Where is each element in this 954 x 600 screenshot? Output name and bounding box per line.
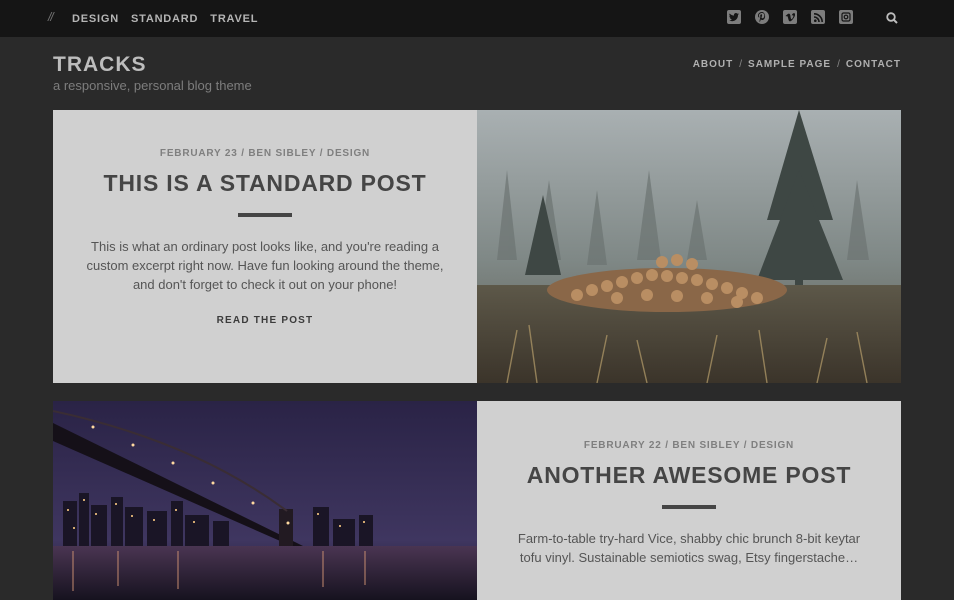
social-icons xyxy=(727,10,853,24)
post-title[interactable]: ANOTHER AWESOME POST xyxy=(507,462,871,489)
nav-about-link[interactable]: ABOUT xyxy=(693,59,734,70)
twitter-icon[interactable] xyxy=(727,10,741,24)
site-branding: TRACKS a responsive, personal blog theme xyxy=(53,53,252,93)
main-navigation: ABOUT / SAMPLE PAGE / CONTACT xyxy=(693,59,901,70)
title-divider xyxy=(238,213,292,217)
instagram-icon[interactable] xyxy=(839,10,853,24)
title-divider xyxy=(662,505,716,509)
post-featured-image-forest[interactable] xyxy=(477,110,901,383)
search-icon[interactable] xyxy=(886,12,898,24)
post-content: FEBRUARY 23 / BEN SIBLEY / DESIGN THIS I… xyxy=(53,110,477,383)
site-tagline: a responsive, personal blog theme xyxy=(53,78,252,93)
nav-separator: / xyxy=(739,59,743,70)
nav-contact-link[interactable]: CONTACT xyxy=(846,59,901,70)
nav-sample-page-link[interactable]: SAMPLE PAGE xyxy=(748,59,831,70)
read-post-link[interactable]: READ THE POST xyxy=(217,315,314,326)
pinterest-icon[interactable] xyxy=(755,10,769,24)
post-excerpt: This is what an ordinary post looks like… xyxy=(86,239,444,292)
category-travel-link[interactable]: TRAVEL xyxy=(210,13,258,25)
vimeo-icon[interactable] xyxy=(783,10,797,24)
category-design-link[interactable]: DESIGN xyxy=(72,13,119,25)
post-meta: FEBRUARY 23 / BEN SIBLEY / DESIGN xyxy=(159,148,371,159)
nav-separator: / xyxy=(837,59,840,70)
category-menu: DESIGN STANDARD TRAVEL xyxy=(72,13,258,25)
slashes-decoration: // xyxy=(48,10,54,24)
post-content: FEBRUARY 22 / BEN SIBLEY / DESIGN ANOTHE… xyxy=(477,401,901,600)
post-title[interactable]: THIS IS A STANDARD POST xyxy=(83,170,447,197)
rss-icon[interactable] xyxy=(811,10,825,24)
post-card: FEBRUARY 22 / BEN SIBLEY / DESIGN ANOTHE… xyxy=(53,401,901,600)
post-excerpt: Farm-to-table try-hard Vice, shabby chic… xyxy=(517,531,861,565)
post-card: FEBRUARY 23 / BEN SIBLEY / DESIGN THIS I… xyxy=(53,110,901,383)
category-standard-link[interactable]: STANDARD xyxy=(131,13,198,25)
site-title[interactable]: TRACKS xyxy=(53,53,252,77)
post-meta: FEBRUARY 22 / BEN SIBLEY / DESIGN xyxy=(583,440,795,451)
top-bar: // DESIGN STANDARD TRAVEL xyxy=(0,0,954,37)
post-featured-image-bridge[interactable] xyxy=(53,401,477,600)
